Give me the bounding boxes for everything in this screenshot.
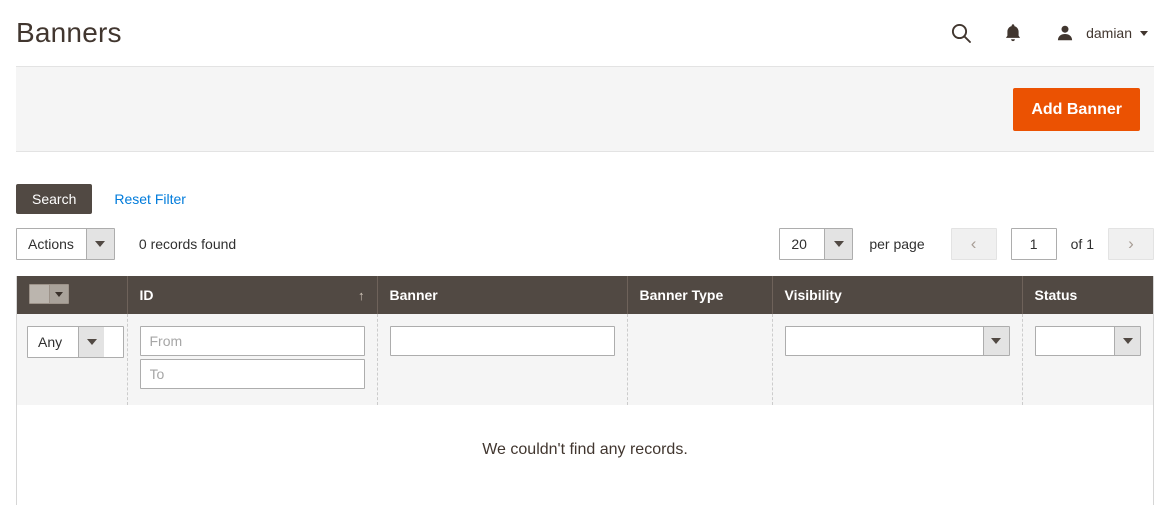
- filter-cell-status: [1022, 314, 1153, 405]
- status-filter-dropdown[interactable]: [1034, 326, 1141, 356]
- visibility-filter-dropdown[interactable]: [784, 326, 1010, 356]
- user-menu[interactable]: damian: [1052, 20, 1148, 46]
- table-header: ID ↑ Banner Banner Type Visibility Statu…: [17, 276, 1153, 314]
- filter-cell-visibility: [772, 314, 1023, 405]
- column-header-status[interactable]: Status: [1022, 276, 1153, 314]
- page-header: Banners damian: [0, 0, 1170, 66]
- column-header-banner-type[interactable]: Banner Type: [627, 276, 773, 314]
- previous-page-button[interactable]: ‹: [950, 228, 997, 260]
- header-row: ID ↑ Banner Banner Type Visibility Statu…: [17, 276, 1153, 314]
- filter-cell-massaction: Any: [17, 314, 128, 405]
- banner-filter-input[interactable]: [389, 326, 615, 356]
- bell-icon[interactable]: [1000, 20, 1026, 46]
- add-banner-button[interactable]: Add Banner: [1013, 87, 1140, 131]
- status-filter-value: [1035, 327, 1114, 355]
- sort-ascending-icon: ↑: [358, 287, 365, 303]
- records-found-label: 0 records found: [138, 236, 237, 252]
- chevron-down-icon: [78, 327, 104, 357]
- column-header-massaction[interactable]: [17, 276, 128, 314]
- actions-dropdown[interactable]: Actions: [16, 228, 115, 260]
- id-to-input[interactable]: [139, 359, 365, 389]
- select-all-checkbox-dropdown[interactable]: [29, 284, 69, 304]
- chevron-down-icon: [49, 285, 68, 303]
- total-pages-label: of 1: [1070, 236, 1094, 252]
- column-header-visibility[interactable]: Visibility: [772, 276, 1023, 314]
- checkbox-icon: [30, 285, 49, 303]
- filter-cell-id: [127, 314, 378, 405]
- search-button[interactable]: Search: [16, 184, 93, 214]
- column-header-id[interactable]: ID ↑: [127, 276, 378, 314]
- visibility-filter-value: [785, 327, 983, 355]
- banners-table: ID ↑ Banner Banner Type Visibility Statu…: [17, 276, 1153, 505]
- page-number-input[interactable]: [1010, 228, 1057, 260]
- filter-cell-banner: [377, 314, 628, 405]
- per-page-dropdown[interactable]: 20: [779, 228, 854, 260]
- filter-row: Any: [17, 314, 1153, 405]
- actions-dropdown-value: Actions: [17, 229, 86, 259]
- search-icon[interactable]: [948, 20, 974, 46]
- per-page-value: 20: [780, 229, 825, 259]
- chevron-down-icon: [85, 229, 114, 259]
- page-actions-bar: Add Banner: [16, 66, 1154, 152]
- filter-actions: Search Reset Filter: [16, 184, 1154, 214]
- grid-toolbar: Actions 0 records found 20 per page ‹ of…: [16, 228, 1154, 260]
- massaction-filter-dropdown[interactable]: Any: [27, 326, 124, 358]
- column-header-id-label: ID: [139, 287, 154, 303]
- chevron-down-icon: [1114, 327, 1140, 355]
- chevron-down-icon: [1140, 30, 1148, 36]
- next-page-button[interactable]: ›: [1108, 228, 1154, 260]
- chevron-down-icon: [982, 327, 1009, 355]
- user-icon: [1052, 20, 1078, 46]
- per-page-label: per page: [869, 236, 925, 252]
- page-title: Banners: [16, 17, 122, 48]
- reset-filter-link[interactable]: Reset Filter: [114, 191, 186, 207]
- header-tools: damian: [948, 20, 1154, 46]
- chevron-down-icon: [824, 229, 853, 259]
- user-name: damian: [1086, 25, 1132, 41]
- id-from-input[interactable]: [139, 326, 365, 356]
- empty-state-message: We couldn't find any records.: [17, 405, 1153, 505]
- banners-grid: ID ↑ Banner Banner Type Visibility Statu…: [16, 276, 1154, 505]
- filter-cell-banner-type: [627, 314, 773, 405]
- column-header-banner[interactable]: Banner: [377, 276, 628, 314]
- toolbar-left: Actions 0 records found: [16, 228, 236, 260]
- empty-state-row: We couldn't find any records.: [17, 405, 1153, 505]
- table-body: Any From To We couldn't find any records…: [17, 314, 1153, 505]
- pagination: 20 per page ‹ of 1 ›: [779, 228, 1154, 260]
- massaction-filter-value: Any: [28, 327, 78, 357]
